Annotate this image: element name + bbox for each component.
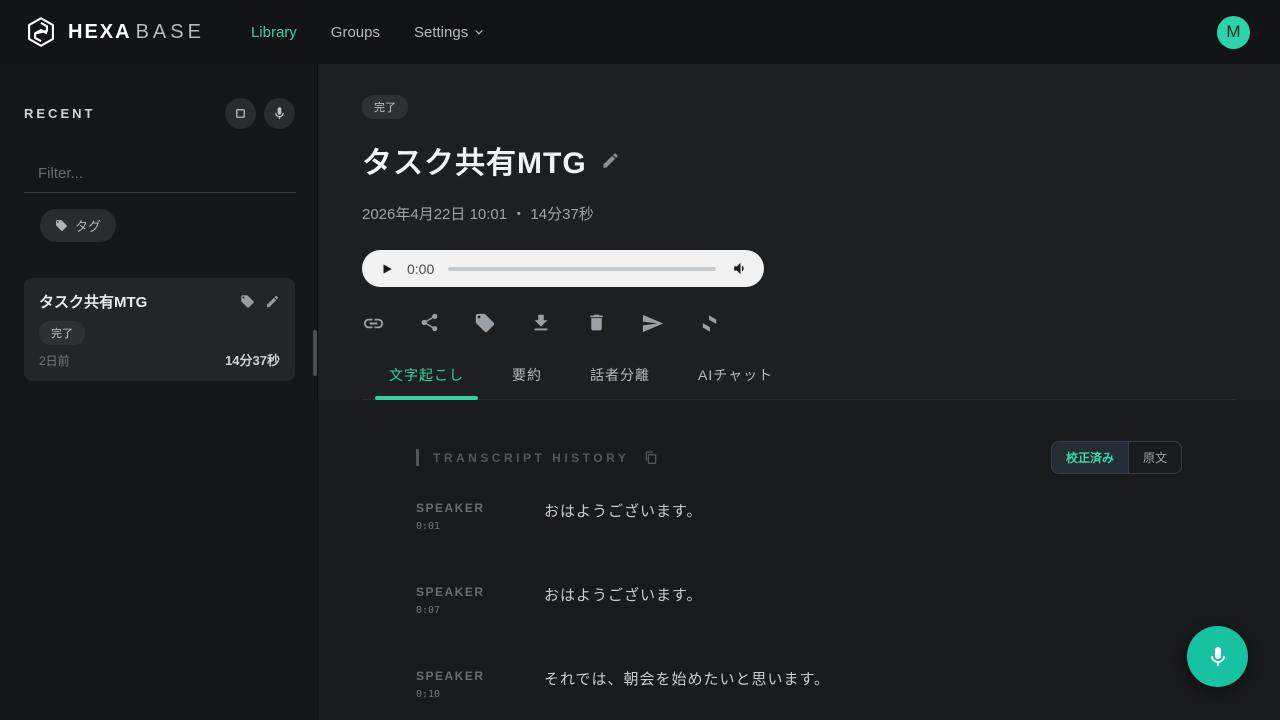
page-title: タスク共有MTG	[362, 138, 587, 182]
tag-icon	[474, 312, 496, 335]
list-item-age: 2日前	[39, 352, 70, 369]
speaker-label: SPEAKER	[416, 585, 544, 599]
share-icon	[419, 312, 440, 335]
tag-button[interactable]	[474, 312, 496, 335]
actions-toolbar	[362, 312, 1236, 335]
entry-timestamp[interactable]: 0:07	[416, 605, 544, 616]
brand-name-light: BASE	[136, 21, 205, 44]
transcript-panel: TRANSCRIPT HISTORY 校正済み 原文 S	[318, 400, 1280, 720]
section-accent-bar	[416, 449, 419, 466]
tab-transcription[interactable]: 文字起こし	[375, 365, 478, 399]
status-badge: 完了	[362, 95, 408, 119]
sidebar-actions	[225, 98, 295, 129]
tab-ai-chat[interactable]: AIチャット	[684, 365, 787, 399]
delete-button[interactable]	[586, 312, 607, 335]
edit-pencil-icon[interactable]	[265, 294, 280, 309]
hexabase-logo-icon	[24, 15, 58, 49]
entry-timestamp[interactable]: 0:01	[416, 521, 544, 532]
audio-player[interactable]: 0:00	[362, 250, 764, 287]
send-button[interactable]	[641, 312, 664, 335]
nav-settings[interactable]: Settings	[414, 24, 485, 41]
brand-name-bold: HEXA	[68, 21, 132, 44]
send-icon	[641, 312, 664, 335]
sidebar-header: RECENT	[24, 98, 295, 129]
tab-speaker-separation[interactable]: 話者分離	[576, 365, 664, 399]
tab-summary[interactable]: 要約	[498, 365, 556, 399]
tag-icon[interactable]	[240, 294, 255, 309]
record-mic-button[interactable]	[264, 98, 295, 129]
download-icon	[530, 312, 552, 335]
tag-icon	[55, 219, 68, 232]
mic-icon	[1206, 645, 1230, 669]
nav-groups[interactable]: Groups	[331, 24, 380, 41]
list-item-footer: 2日前 14分37秒	[39, 350, 280, 369]
tag-filter-label: タグ	[75, 216, 101, 235]
status-badge: 完了	[39, 321, 85, 345]
toggle-proofread[interactable]: 校正済み	[1052, 442, 1129, 473]
mic-icon	[272, 106, 287, 121]
sidebar-scrollbar[interactable]	[313, 330, 317, 376]
volume-icon[interactable]	[732, 260, 749, 277]
filter-input[interactable]	[24, 157, 296, 193]
entry-speaker-column: SPEAKER 0:10	[416, 669, 544, 700]
copy-link-icon	[362, 312, 385, 335]
trash-icon	[586, 312, 607, 335]
toggle-original[interactable]: 原文	[1129, 442, 1181, 473]
brand-logo[interactable]: HEXA BASE	[24, 15, 205, 49]
share-button[interactable]	[419, 312, 440, 335]
nav-settings-label: Settings	[414, 24, 468, 41]
transcript-section-title: TRANSCRIPT HISTORY	[433, 451, 629, 465]
title-row: タスク共有MTG	[362, 138, 1236, 182]
recording-meta: 2026年4月22日 10:01 ・ 14分37秒	[362, 203, 1236, 224]
speaker-label: SPEAKER	[416, 669, 544, 683]
transcript-header: TRANSCRIPT HISTORY 校正済み 原文	[416, 441, 1182, 474]
transcript-entry: SPEAKER 0:07 おはようございます。	[416, 585, 1182, 616]
entry-text: それでは、朝会を始めたいと思います。	[544, 669, 830, 700]
list-item-duration: 14分37秒	[225, 350, 280, 369]
app-root: HEXA BASE Library Groups Settings M RECE…	[0, 0, 1280, 720]
transcript-version-toggle: 校正済み 原文	[1051, 441, 1182, 474]
user-avatar[interactable]: M	[1217, 16, 1250, 49]
main-nav: Library Groups Settings	[251, 24, 485, 41]
top-navbar: HEXA BASE Library Groups Settings M	[0, 0, 1280, 64]
list-item-title: タスク共有MTG	[39, 291, 240, 312]
edit-title-icon[interactable]	[601, 151, 620, 170]
list-item-icons	[240, 294, 280, 309]
nav-library[interactable]: Library	[251, 24, 297, 41]
main-panel: 完了 タスク共有MTG 2026年4月22日 10:01 ・ 14分37秒 0:…	[318, 64, 1280, 720]
transcript-entry: SPEAKER 0:01 おはようございます。	[416, 501, 1182, 532]
sync-icon	[698, 312, 721, 335]
stop-square-icon	[233, 106, 248, 121]
chevron-down-icon	[473, 26, 485, 38]
play-icon[interactable]	[380, 262, 394, 276]
recording-header: 完了 タスク共有MTG 2026年4月22日 10:01 ・ 14分37秒 0:…	[318, 64, 1280, 400]
speaker-label: SPEAKER	[416, 501, 544, 515]
tab-bar: 文字起こし 要約 話者分離 AIチャット	[362, 365, 1236, 400]
tag-filter-button[interactable]: タグ	[40, 209, 116, 242]
transcript-entry: SPEAKER 0:10 それでは、朝会を始めたいと思います。	[416, 669, 1182, 700]
player-current-time: 0:00	[407, 261, 434, 277]
recent-section-title: RECENT	[24, 106, 95, 121]
recording-list-item[interactable]: タスク共有MTG 完了 2日前 14分37秒	[24, 278, 295, 381]
entry-speaker-column: SPEAKER 0:01	[416, 501, 544, 532]
player-seek-bar[interactable]	[448, 267, 716, 271]
list-item-header: タスク共有MTG	[39, 291, 280, 312]
download-button[interactable]	[530, 312, 552, 335]
entry-text: おはようございます。	[544, 501, 703, 532]
body-row: RECENT	[0, 64, 1280, 720]
transcript-title-group: TRANSCRIPT HISTORY	[416, 449, 659, 466]
entry-timestamp[interactable]: 0:10	[416, 689, 544, 700]
stop-record-button[interactable]	[225, 98, 256, 129]
entry-speaker-column: SPEAKER 0:07	[416, 585, 544, 616]
sidebar: RECENT	[0, 64, 318, 720]
copy-transcript-button[interactable]	[643, 450, 659, 466]
copy-icon	[643, 450, 659, 466]
copy-link-button[interactable]	[362, 312, 385, 335]
record-fab-button[interactable]	[1187, 626, 1248, 687]
sync-button[interactable]	[698, 312, 721, 335]
entry-text: おはようございます。	[544, 585, 703, 616]
